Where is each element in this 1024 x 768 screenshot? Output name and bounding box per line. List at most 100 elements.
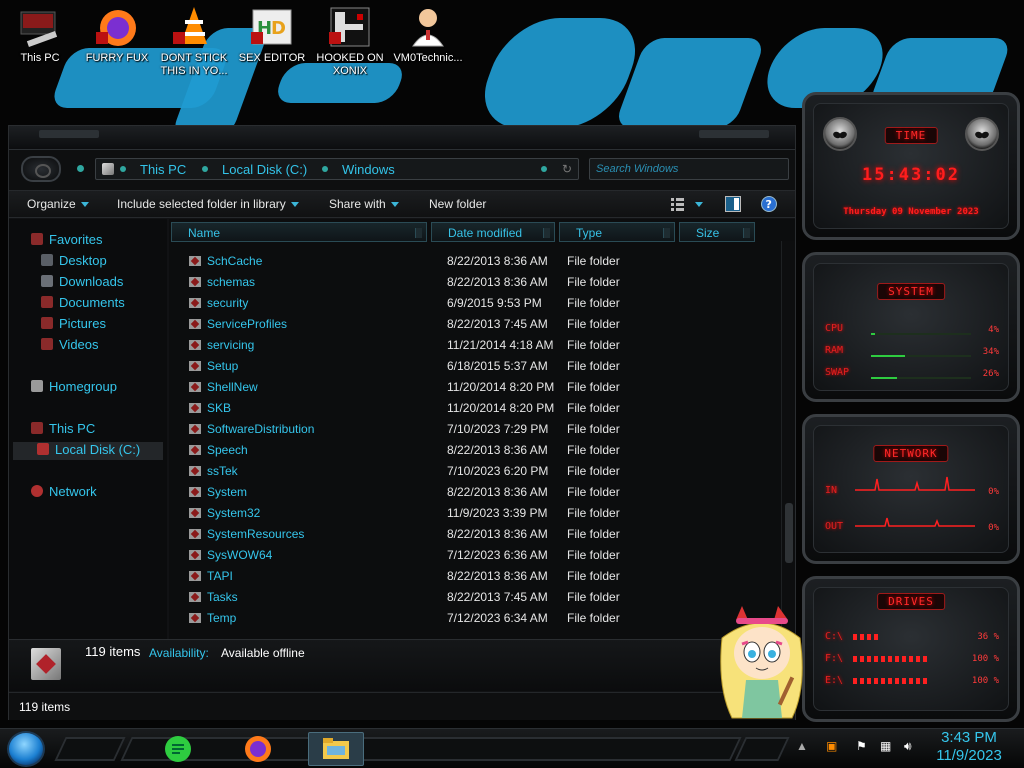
network-icon[interactable]: ▦ [880, 739, 891, 753]
organize-button[interactable]: Organize [27, 197, 89, 211]
breadcrumb-this-pc[interactable]: This PC [140, 162, 186, 177]
file-date-modified: 11/21/2014 4:18 AM [447, 338, 554, 352]
table-row[interactable]: SKB 11/20/2014 8:20 PM File folder [169, 398, 779, 419]
table-row[interactable]: SysWOW64 7/12/2023 6:36 AM File folder [169, 545, 779, 566]
desktop-icon-hooked-on-xonix[interactable]: HOOKED ON XONIX [310, 0, 390, 78]
taskbar-app-file-explorer[interactable] [308, 732, 364, 766]
swap-meter [871, 377, 971, 379]
back-button[interactable] [21, 156, 61, 182]
column-type[interactable]: Type [559, 222, 675, 242]
table-row[interactable]: Tasks 8/22/2013 7:45 AM File folder [169, 587, 779, 608]
refresh-icon[interactable]: ↻ [562, 162, 572, 176]
breadcrumb-local-disk[interactable]: Local Disk (C:) [222, 162, 307, 177]
nav-documents[interactable]: Documents [41, 295, 125, 313]
system-gadget[interactable]: SYSTEM CPU 4% RAM 34% SWAP 26% [802, 252, 1020, 402]
nav-this-pc[interactable]: This PC [31, 421, 95, 439]
nav-videos[interactable]: Videos [41, 337, 99, 355]
share-with-button[interactable]: Share with [329, 197, 399, 211]
drive-c-bar [853, 634, 881, 640]
chevron-down-icon [80, 202, 89, 208]
table-row[interactable]: schemas 8/22/2013 8:36 AM File folder [169, 272, 779, 293]
start-button[interactable] [7, 731, 45, 767]
swap-meter-fill [871, 377, 897, 379]
drive-e-value: 100 % [971, 676, 999, 686]
file-type: File folder [567, 401, 620, 415]
show-hidden-icons[interactable]: ▲ [796, 739, 808, 753]
search-input[interactable] [590, 159, 788, 179]
preview-pane-icon[interactable] [725, 196, 741, 212]
desktop-icon-sex-editor[interactable]: HD SEX EDITOR [232, 0, 312, 65]
column-name[interactable]: Name [171, 222, 427, 242]
desktop-icon-this-pc[interactable]: This PC [0, 0, 80, 65]
xonix-game-icon [327, 4, 373, 50]
taskbar-decoration [734, 737, 790, 761]
svg-text:D: D [271, 18, 286, 39]
table-row[interactable]: TAPI 8/22/2013 8:36 AM File folder [169, 566, 779, 587]
star-icon [31, 233, 43, 245]
table-row[interactable]: Speech 8/22/2013 8:36 AM File folder [169, 440, 779, 461]
desktop-icon-furry-fux[interactable]: FURRY FUX [77, 0, 157, 65]
window-title-bar[interactable] [9, 126, 795, 150]
taskbar-clock[interactable]: 3:43 PM 11/9/2023 [924, 729, 1014, 765]
column-size[interactable]: Size [679, 222, 755, 242]
file-type: File folder [567, 338, 620, 352]
folder-icon [189, 318, 201, 330]
table-row[interactable]: Temp 7/12/2023 6:34 AM File folder [169, 608, 779, 629]
include-in-library-button[interactable]: Include selected folder in library [117, 197, 299, 211]
file-name: ssTek [207, 464, 238, 478]
nav-favorites[interactable]: Favorites [31, 232, 102, 250]
file-name: SystemResources [207, 527, 305, 541]
drive-e-label: E:\ [825, 675, 844, 686]
view-options-icon[interactable] [671, 196, 703, 212]
nav-network[interactable]: Network [31, 484, 97, 502]
file-name: System32 [207, 506, 261, 520]
nav-pictures[interactable]: Pictures [41, 316, 106, 334]
table-row[interactable]: System32 11/9/2023 3:39 PM File folder [169, 503, 779, 524]
taskbar-app-notes[interactable] [160, 732, 196, 766]
tray-app-icon[interactable]: ▣ [826, 739, 837, 753]
table-row[interactable]: SoftwareDistribution 7/10/2023 7:29 PM Fil… [169, 419, 779, 440]
firefox-icon [245, 736, 271, 762]
taskbar-app-firefox[interactable] [240, 732, 276, 766]
desktop-mascot[interactable] [712, 598, 812, 728]
folder-icon [189, 276, 201, 288]
file-type: File folder [567, 611, 620, 625]
network-in-value: 0% [988, 487, 999, 497]
nav-downloads[interactable]: Downloads [41, 274, 123, 292]
cpu-value: 4% [988, 325, 999, 335]
file-date-modified: 8/22/2013 8:36 AM [447, 254, 548, 268]
vertical-scrollbar[interactable] [781, 241, 795, 639]
table-row[interactable]: SystemResources 8/22/2013 8:36 AM File fol… [169, 524, 779, 545]
column-date-modified[interactable]: Date modified [431, 222, 555, 242]
table-row[interactable]: ServiceProfiles 8/22/2013 7:45 AM File fol… [169, 314, 779, 335]
file-date-modified: 11/20/2014 8:20 PM [447, 380, 555, 394]
file-date-modified: 8/22/2013 8:36 AM [447, 569, 548, 583]
time-gadget[interactable]: TIME 15:43:02 Thursday 09 November 2023 [802, 92, 1020, 240]
table-row[interactable]: Setup 6/18/2015 5:37 AM File folder [169, 356, 779, 377]
table-row[interactable]: SchCache 8/22/2013 8:36 AM File folder [169, 251, 779, 272]
nav-local-disk[interactable]: Local Disk (C:) [13, 442, 163, 460]
breadcrumb-windows[interactable]: Windows [342, 162, 395, 177]
file-type: File folder [567, 380, 620, 394]
drives-gadget[interactable]: DRIVES C:\ 36 % F:\ 100 % E:\ 100 % [802, 576, 1020, 722]
desktop-icon-vm0technic[interactable]: VM0Technic... [388, 0, 468, 65]
table-row[interactable]: System 8/22/2013 8:36 AM File folder [169, 482, 779, 503]
table-row[interactable]: security 6/9/2015 9:53 PM File folder [169, 293, 779, 314]
help-icon[interactable]: ? [761, 196, 777, 212]
network-gadget[interactable]: NETWORK IN 0% OUT 0% [802, 414, 1020, 564]
scrollbar-thumb[interactable] [785, 503, 793, 563]
action-center-flag-icon[interactable]: ⚑ [856, 739, 867, 753]
desktop-icon-dont-stick[interactable]: DONT STICK THIS IN YO... [154, 0, 234, 78]
new-folder-button[interactable]: New folder [429, 197, 486, 211]
address-bar[interactable]: This PC Local Disk (C:) Windows ↻ [95, 158, 579, 180]
drive-c-label: C:\ [825, 631, 844, 642]
nav-homegroup[interactable]: Homegroup [31, 379, 117, 397]
search-box[interactable] [589, 158, 789, 180]
gadget-clock: 15:43:02 [862, 165, 960, 185]
table-row[interactable]: servicing 11/21/2014 4:18 AM File folder [169, 335, 779, 356]
table-row[interactable]: ShellNew 11/20/2014 8:20 PM File folder [169, 377, 779, 398]
volume-icon[interactable]: 🔊︎ [904, 739, 912, 754]
table-row[interactable]: ssTek 7/10/2023 6:20 PM File folder [169, 461, 779, 482]
nav-desktop[interactable]: Desktop [41, 253, 107, 271]
ram-meter-fill [871, 355, 905, 357]
